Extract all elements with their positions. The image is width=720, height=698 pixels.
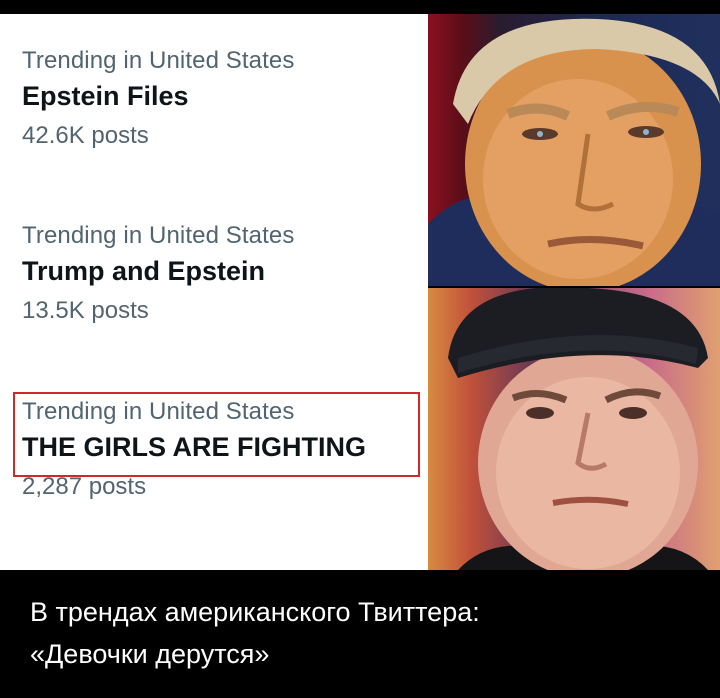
caption-line-1: В трендах американского Твиттера: [30,597,480,627]
trend-item-the-girls-are-fighting[interactable]: Trending in United States THE GIRLS ARE … [22,398,366,501]
trends-panel: Trending in United States Epstein Files … [0,14,425,570]
trend-name: THE GIRLS ARE FIGHTING [22,432,366,462]
portrait-photo-man-suit [428,14,720,286]
trend-item-epstein-files[interactable]: Trending in United States Epstein Files … [22,47,294,150]
trend-context: Trending in United States [22,398,295,425]
trend-context: Trending in United States [22,47,295,74]
top-bar [0,0,720,14]
trend-context: Trending in United States [22,222,295,249]
trend-post-count: 2,287 posts [22,473,147,500]
trend-item-trump-and-epstein[interactable]: Trending in United States Trump and Epst… [22,222,294,325]
portrait-photo-man-cap [428,288,720,570]
trend-name: Trump and Epstein [22,256,266,286]
trend-post-count: 42.6K posts [22,122,149,149]
trend-post-count: 13.5K posts [22,297,149,324]
caption-area: В трендах американского Твиттера: «Девоч… [0,570,720,698]
caption-line-2: «Девочки дерутся» [30,639,270,669]
trend-name: Epstein Files [22,81,189,111]
